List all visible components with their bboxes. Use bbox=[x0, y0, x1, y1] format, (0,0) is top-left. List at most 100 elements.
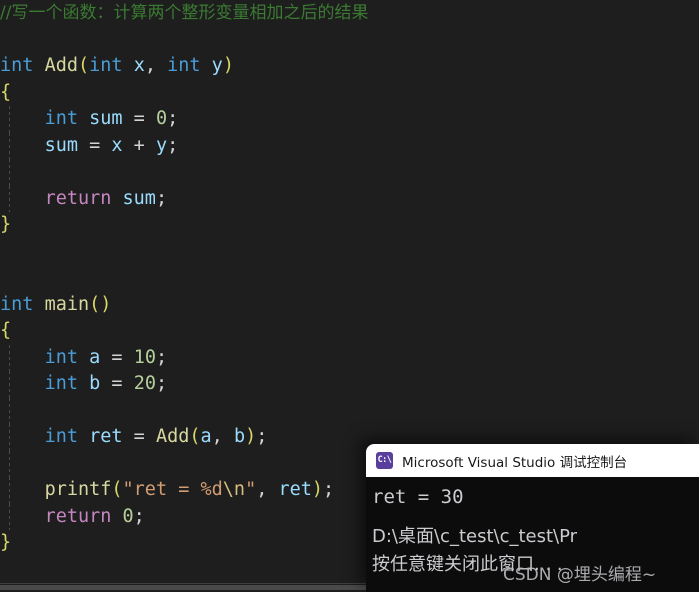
code-line[interactable] bbox=[0, 159, 699, 186]
code-token: ret bbox=[89, 426, 123, 447]
horizontal-scrollbar-thumb[interactable] bbox=[0, 585, 380, 590]
code-token: Add bbox=[155, 426, 190, 447]
code-token: , bbox=[256, 479, 279, 500]
code-token: } bbox=[0, 532, 12, 553]
code-line[interactable]: int main() bbox=[0, 292, 699, 319]
console-output-line: D:\桌面\c_test\c_test\Pr bbox=[372, 526, 578, 547]
code-line-text: int ret = Add(a, b); bbox=[0, 426, 268, 447]
code-line[interactable] bbox=[0, 265, 699, 292]
code-token: ; bbox=[155, 187, 168, 209]
code-line-text: //写一个函数：计算两个整形变量相加之后的结果 bbox=[0, 2, 368, 23]
code-token: 10 bbox=[133, 346, 156, 368]
code-line[interactable] bbox=[0, 239, 699, 266]
code-token: ; bbox=[256, 426, 268, 447]
code-token: int bbox=[44, 346, 78, 368]
code-token: int bbox=[44, 426, 78, 447]
code-token: = bbox=[122, 426, 156, 447]
code-line-text: int Add(int x, int y) bbox=[0, 55, 234, 76]
code-token: x bbox=[111, 134, 123, 156]
code-line[interactable]: } bbox=[0, 212, 699, 239]
code-token: return bbox=[44, 505, 112, 527]
console-output-line: ret = 30 bbox=[372, 486, 464, 508]
code-line[interactable]: sum = x + y; bbox=[0, 132, 699, 159]
code-token: = bbox=[100, 346, 134, 368]
code-token: () bbox=[89, 293, 112, 315]
code-line-text: return 0; bbox=[0, 506, 145, 527]
code-line-text: int a = 10; bbox=[0, 346, 168, 368]
code-line[interactable]: int a = 10; bbox=[0, 344, 699, 371]
code-line[interactable] bbox=[0, 27, 699, 54]
console-title-bar[interactable]: C:\ Microsoft Visual Studio 调试控制台 bbox=[366, 444, 699, 477]
code-token: //写一个函数：计算两个整形变量相加之后的结果 bbox=[0, 3, 369, 23]
code-line[interactable]: { bbox=[0, 80, 699, 107]
code-line-text: { bbox=[0, 82, 11, 103]
code-token: sum bbox=[122, 187, 156, 209]
code-token: int bbox=[44, 108, 78, 129]
code-line[interactable]: return sum; bbox=[0, 185, 699, 212]
code-token: Add bbox=[44, 55, 78, 76]
code-line[interactable]: int sum = 0; bbox=[0, 106, 699, 133]
code-token: main bbox=[44, 293, 90, 315]
code-token: ; bbox=[323, 479, 335, 500]
code-line[interactable]: int Add(int x, int y) bbox=[0, 53, 699, 80]
code-token: = bbox=[77, 134, 112, 156]
code-line[interactable]: { bbox=[0, 318, 699, 345]
code-token: ; bbox=[133, 505, 145, 527]
code-token: ) bbox=[222, 55, 234, 76]
code-token: ( bbox=[77, 55, 90, 76]
code-token: } bbox=[0, 214, 12, 235]
code-line[interactable]: //写一个函数：计算两个整形变量相加之后的结果 bbox=[0, 0, 699, 27]
code-token: ; bbox=[167, 134, 179, 156]
code-token: sum bbox=[44, 134, 78, 156]
console-cmd-icon: C:\ bbox=[376, 452, 393, 469]
code-token: ( bbox=[111, 479, 123, 500]
code-token: x bbox=[133, 55, 145, 76]
code-line-text: printf("ret = %d\n", ret); bbox=[0, 479, 335, 500]
code-token: 20 bbox=[133, 373, 156, 394]
code-token: int bbox=[89, 55, 123, 76]
code-token: return bbox=[44, 187, 112, 209]
code-line-text: sum = x + y; bbox=[0, 134, 179, 156]
code-token: + bbox=[122, 134, 156, 156]
code-token: ret bbox=[278, 479, 312, 500]
code-token: 0 bbox=[155, 108, 168, 129]
code-token: sum bbox=[89, 108, 123, 129]
code-token: y bbox=[155, 134, 168, 156]
code-token: a bbox=[89, 346, 101, 368]
code-line[interactable]: int b = 20; bbox=[0, 371, 699, 398]
code-token: y bbox=[211, 55, 223, 76]
code-line-text: return sum; bbox=[0, 187, 168, 209]
code-token: int bbox=[167, 55, 201, 76]
code-token: int bbox=[44, 373, 78, 394]
code-token: b bbox=[233, 426, 246, 447]
code-token: , bbox=[211, 426, 234, 447]
code-token: = bbox=[100, 373, 134, 394]
code-token: ; bbox=[155, 373, 168, 394]
code-token: , bbox=[144, 55, 168, 76]
code-line-text: } bbox=[0, 214, 11, 235]
code-token: b bbox=[89, 373, 101, 394]
code-token: ) bbox=[311, 479, 324, 500]
code-line-text: int b = 20; bbox=[0, 373, 168, 394]
code-token: " bbox=[245, 479, 257, 500]
code-token: printf bbox=[44, 479, 112, 500]
code-line[interactable] bbox=[0, 397, 699, 424]
console-title-text: Microsoft Visual Studio 调试控制台 bbox=[402, 454, 628, 471]
code-line-text: } bbox=[0, 532, 11, 553]
code-token: int bbox=[0, 293, 34, 315]
code-token: a bbox=[200, 426, 212, 447]
code-line-text: { bbox=[0, 320, 11, 341]
code-token: { bbox=[0, 81, 12, 103]
code-token: ; bbox=[167, 108, 179, 129]
